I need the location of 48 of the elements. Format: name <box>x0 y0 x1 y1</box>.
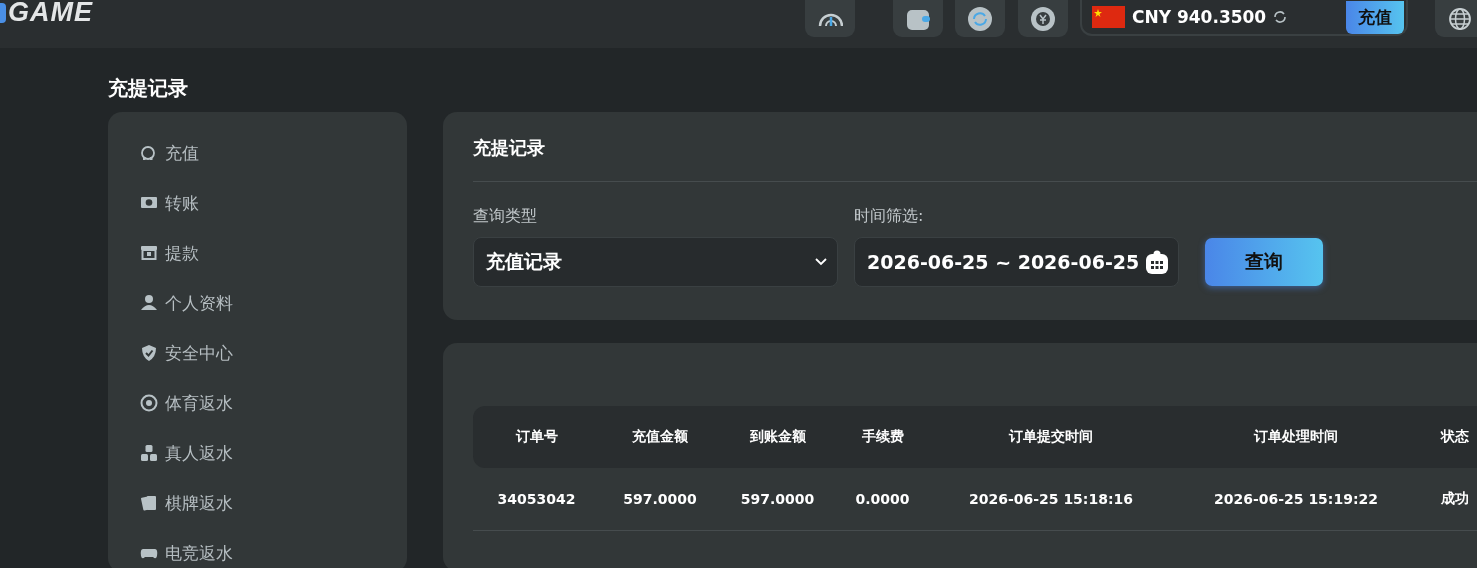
table-cell: 成功 <box>1420 468 1477 531</box>
sidebar-item[interactable]: 电竞返水 <box>140 528 407 568</box>
column-header: 到账金额 <box>720 406 835 468</box>
page-title: 充提记录 <box>108 75 189 102</box>
table-cell: 2026-06-25 15:19:22 <box>1172 468 1420 531</box>
wallet-icon[interactable] <box>893 0 943 37</box>
speedometer-icon[interactable] <box>805 0 855 37</box>
globe-icon[interactable] <box>1435 0 1477 37</box>
column-header: 订单处理时间 <box>1172 406 1420 468</box>
column-header: 手续费 <box>835 406 930 468</box>
column-header: 订单号 <box>473 406 600 468</box>
chevron-down-icon <box>815 258 827 266</box>
field-label: 时间筛选: <box>854 206 925 227</box>
sidebar-item[interactable]: 提款 <box>140 228 407 278</box>
user-icon <box>140 294 158 312</box>
table-cell: 597.0000 <box>720 468 835 531</box>
date-range-field[interactable]: 2026-06-25 ~ 2026-06-25 <box>854 237 1179 287</box>
logo-mark-icon <box>0 2 6 23</box>
table-cell: 0.0000 <box>835 468 930 531</box>
sidebar-item[interactable]: 充值 <box>140 128 407 178</box>
sidebar-item[interactable]: 真人返水 <box>140 428 407 478</box>
table-cell: 597.0000 <box>600 468 720 531</box>
query-type-select[interactable]: 充值记录 <box>473 237 838 287</box>
sidebar-item[interactable]: 棋牌返水 <box>140 478 407 528</box>
table-cell: 2026-06-25 15:18:16 <box>930 468 1172 531</box>
deposit-button[interactable]: 充值 <box>1346 0 1404 34</box>
shield-check-icon <box>140 344 158 362</box>
refresh-icon[interactable] <box>1272 9 1289 25</box>
column-header: 状态 <box>1420 406 1477 468</box>
table-cell: 34053042 <box>473 468 600 531</box>
query-button[interactable]: 查询 <box>1205 238 1323 286</box>
calendar-icon <box>1146 250 1168 274</box>
cash-register-icon <box>140 244 158 262</box>
card-title: 充提记录 <box>473 112 1477 182</box>
cards-icon <box>140 494 158 512</box>
dice-icon <box>140 444 158 462</box>
sidebar-item[interactable]: 转账 <box>140 178 407 228</box>
sidebar-item[interactable]: 个人资料 <box>140 278 407 328</box>
flag-icon <box>1092 6 1125 28</box>
column-header: 充值金额 <box>600 406 720 468</box>
column-header: 订单提交时间 <box>930 406 1172 468</box>
sidebar-item[interactable]: 安全中心 <box>140 328 407 378</box>
field-label: 查询类型 <box>473 206 538 227</box>
yen-exchange-icon[interactable] <box>1018 0 1068 37</box>
refresh-icon[interactable] <box>955 0 1005 37</box>
balance-amount: CNY 940.3500 <box>1132 7 1267 27</box>
logo-text: GAME <box>8 0 93 28</box>
sidebar-item[interactable]: 体育返水 <box>140 378 407 428</box>
